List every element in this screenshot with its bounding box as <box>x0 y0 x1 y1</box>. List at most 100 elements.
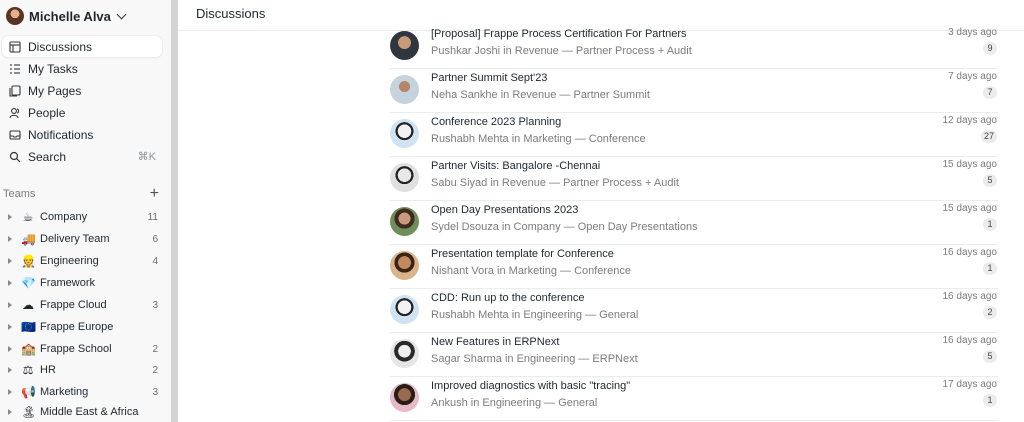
sidebar-scrollbar[interactable] <box>171 0 178 422</box>
team-emoji-icon: 🏫 <box>21 342 36 356</box>
sidebar-team-frappe-school[interactable]: 🏫 Frappe School 2 <box>2 339 158 359</box>
discussion-row[interactable]: [Proposal] Frappe Process Certification … <box>390 25 998 69</box>
sidebar-team-frappe-cloud[interactable]: ☁ Frappe Cloud 3 <box>2 295 158 315</box>
team-label: Frappe School <box>40 343 112 355</box>
discussion-meta: Sydel Dsouza in Company — Open Day Prese… <box>431 221 698 233</box>
pages-icon <box>8 84 22 98</box>
avatar <box>390 383 419 412</box>
team-label: Marketing <box>40 386 89 398</box>
discussion-time: 3 days ago <box>948 27 997 38</box>
discussion-row[interactable]: Partner Visits: Bangalore -Chennai Sabu … <box>390 157 998 201</box>
avatar <box>6 7 24 25</box>
user-menu[interactable]: Michelle Alva <box>6 6 127 26</box>
caret-right-icon[interactable] <box>8 389 12 395</box>
sidebar-item-search[interactable]: Search ⌘K <box>2 146 162 167</box>
discussion-meta: Rushabh Mehta in Marketing — Conference <box>431 133 646 145</box>
teams-label: Teams <box>3 188 36 200</box>
team-label: Framework <box>40 277 96 289</box>
chevron-down-icon <box>116 9 127 19</box>
discussion-meta: Pushkar Joshi in Revenue — Partner Proce… <box>431 45 692 57</box>
discussion-meta: Sabu Siyad in Revenue — Partner Process … <box>431 177 679 189</box>
discussion-row[interactable]: Partner Summit Sept'23 Neha Sankhe in Re… <box>390 69 998 113</box>
main-content: Discussions [Proposal] Frappe Process Ce… <box>178 0 1024 422</box>
sidebar-team-company[interactable]: ☕ Company 11 <box>2 207 158 227</box>
discussion-title: Partner Visits: Bangalore -Chennai <box>431 160 601 172</box>
caret-right-icon[interactable] <box>8 367 12 373</box>
sidebar-item-my-tasks[interactable]: My Tasks <box>2 58 162 79</box>
caret-right-icon[interactable] <box>8 258 12 264</box>
discussion-time: 16 days ago <box>942 247 998 258</box>
discussion-row[interactable]: Presentation template for Conference Nis… <box>390 245 998 289</box>
user-name: Michelle Alva <box>29 8 111 24</box>
discussion-row[interactable]: Improved diagnostics with basic "tracing… <box>390 377 998 421</box>
caret-right-icon[interactable] <box>8 324 12 330</box>
sidebar-team-delivery-team[interactable]: 🚚 Delivery Team 6 <box>2 229 158 249</box>
sidebar-item-label: Notifications <box>28 127 94 142</box>
avatar <box>390 339 419 368</box>
sidebar-item-label: My Pages <box>28 83 82 98</box>
plus-icon[interactable]: + <box>150 186 159 202</box>
team-count: 11 <box>147 211 158 223</box>
avatar <box>390 251 419 280</box>
team-count: 6 <box>152 233 158 245</box>
sidebar: Michelle Alva Discussions My Tasks My Pa… <box>0 0 171 422</box>
team-count: 3 <box>152 386 158 398</box>
team-emoji-icon: ☕ <box>22 210 34 224</box>
page-title: Discussions <box>196 6 266 21</box>
discussion-title: Partner Summit Sept'23 <box>431 72 548 84</box>
sidebar-team-marketing[interactable]: 📢 Marketing 3 <box>2 382 158 402</box>
sidebar-item-my-pages[interactable]: My Pages <box>2 80 162 101</box>
team-emoji-icon: 🇪🇺 <box>21 320 36 334</box>
team-count: 4 <box>152 255 158 267</box>
caret-right-icon[interactable] <box>8 302 12 308</box>
discussion-title: Open Day Presentations 2023 <box>431 204 579 216</box>
discussion-time: 15 days ago <box>942 203 998 214</box>
comment-count-badge: 5 <box>983 350 997 363</box>
discussion-time: 17 days ago <box>942 379 998 390</box>
sidebar-team-framework[interactable]: 💎 Framework <box>2 273 158 293</box>
sidebar-item-notifications[interactable]: Notifications <box>2 124 162 145</box>
team-emoji-icon: 🚚 <box>21 232 36 246</box>
caret-right-icon[interactable] <box>8 214 12 220</box>
sidebar-item-discussions[interactable]: Discussions <box>2 36 162 57</box>
comment-count-badge: 5 <box>983 174 997 187</box>
sidebar-team-engineering[interactable]: 👷 Engineering 4 <box>2 251 158 271</box>
team-emoji-icon: 👷 <box>21 254 36 268</box>
discussion-row[interactable]: Open Day Presentations 2023 Sydel Dsouza… <box>390 201 998 245</box>
discussion-time: 12 days ago <box>942 115 998 126</box>
sidebar-item-label: Discussions <box>28 39 93 54</box>
caret-right-icon[interactable] <box>8 280 12 286</box>
team-label: Frappe Europe <box>40 321 114 333</box>
discussion-row[interactable]: Conference 2023 Planning Rushabh Mehta i… <box>390 113 998 157</box>
avatar <box>390 163 419 192</box>
comment-count-badge: 1 <box>983 394 997 407</box>
team-emoji-icon: ☁ <box>22 298 34 312</box>
caret-right-icon[interactable] <box>8 409 12 415</box>
sidebar-team-frappe-europe[interactable]: 🇪🇺 Frappe Europe <box>2 317 158 337</box>
caret-right-icon[interactable] <box>8 346 12 352</box>
sidebar-item-people[interactable]: People <box>2 102 162 123</box>
discussion-row[interactable]: New Features in ERPNext Sagar Sharma in … <box>390 333 998 377</box>
discussion-meta: Rushabh Mehta in Engineering — General <box>431 309 639 321</box>
discussion-title: [Proposal] Frappe Process Certification … <box>431 28 687 40</box>
team-count: 2 <box>152 343 158 355</box>
team-label: Middle East & Africa <box>40 406 139 418</box>
sidebar-team-middle-east-africa[interactable]: 🏝 Middle East & Africa <box>2 402 158 422</box>
comment-count-badge: 7 <box>983 86 997 99</box>
sidebar-team-hr[interactable]: ⚖ HR 2 <box>2 360 158 380</box>
search-icon <box>8 150 22 164</box>
discussion-meta: Nishant Vora in Marketing — Conference <box>431 265 631 277</box>
discussion-title: Improved diagnostics with basic "tracing… <box>431 380 631 392</box>
discussion-title: New Features in ERPNext <box>431 336 560 348</box>
shortcut-hint: ⌘K <box>137 151 156 163</box>
caret-right-icon[interactable] <box>8 236 12 242</box>
discussion-time: 15 days ago <box>942 159 998 170</box>
discussion-title: Presentation template for Conference <box>431 248 614 260</box>
discussion-time: 16 days ago <box>942 291 998 302</box>
sidebar-item-label: Search <box>28 149 67 164</box>
team-emoji-icon: 🏝 <box>21 405 37 419</box>
discussion-row[interactable]: CDD: Run up to the conference Rushabh Me… <box>390 289 998 333</box>
team-label: Company <box>40 211 88 223</box>
inbox-icon <box>8 128 22 142</box>
team-emoji-icon: 📢 <box>21 385 36 399</box>
